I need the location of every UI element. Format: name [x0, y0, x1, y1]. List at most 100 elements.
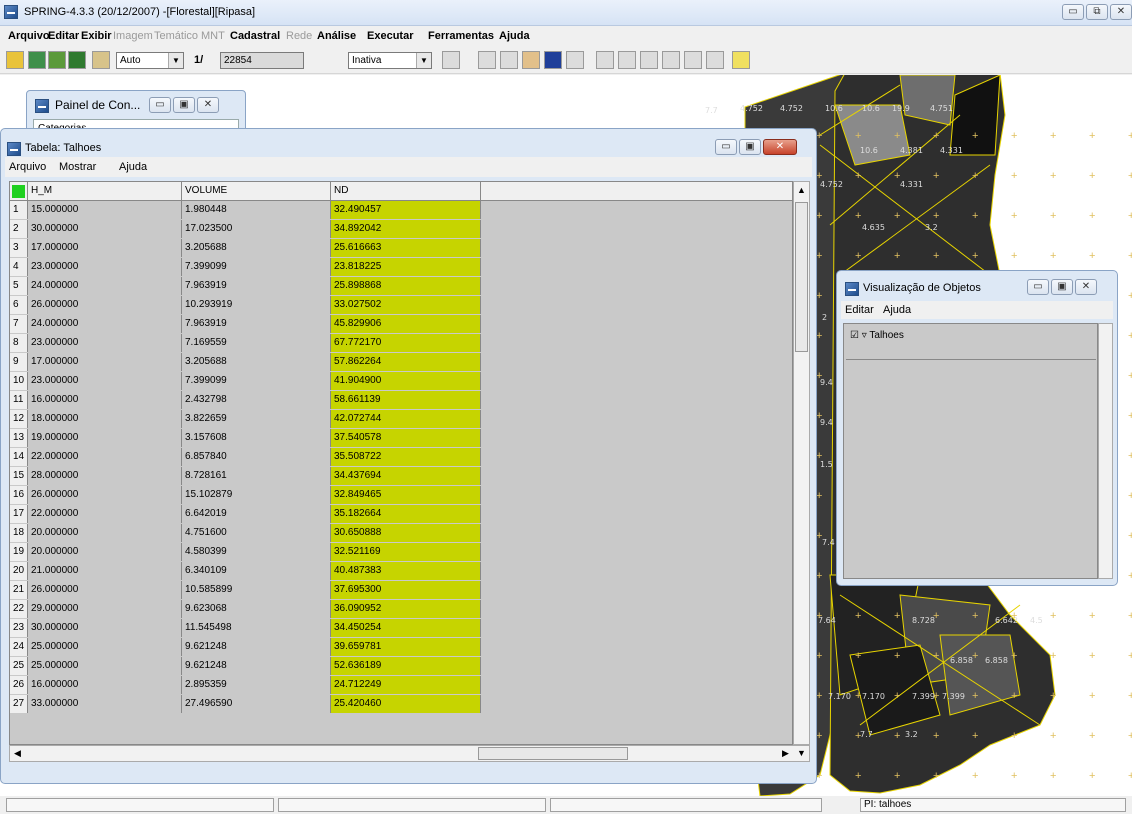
table-row[interactable]: 20 21.000000 6.340109 40.487383	[10, 562, 792, 580]
menu-arquivo[interactable]: Arquivo	[8, 30, 50, 42]
table-vertical-scrollbar[interactable]: ▲	[793, 181, 810, 745]
cell-nd[interactable]: 34.450254	[331, 619, 481, 637]
close-button[interactable]: ✕	[1110, 4, 1132, 20]
table-row[interactable]: 27 33.000000 27.496590 25.420460	[10, 695, 792, 713]
row-number[interactable]: 6	[10, 296, 28, 314]
menu-ajuda[interactable]: Ajuda	[499, 30, 530, 42]
cell-h-m[interactable]: 24.000000	[28, 315, 182, 333]
cell-h-m[interactable]: 23.000000	[28, 334, 182, 352]
cell-nd[interactable]: 45.829906	[331, 315, 481, 333]
table-row[interactable]: 26 16.000000 2.895359 24.712249	[10, 676, 792, 694]
scroll-left-icon[interactable]: ◀	[10, 746, 25, 761]
cell-nd[interactable]: 67.772170	[331, 334, 481, 352]
cell-nd[interactable]: 58.661139	[331, 391, 481, 409]
table-row[interactable]: 8 23.000000 7.169559 67.772170	[10, 334, 792, 352]
help-icon[interactable]	[732, 51, 750, 69]
table-row[interactable]: 11 16.000000 2.432798 58.661139	[10, 391, 792, 409]
cell-nd[interactable]: 40.487383	[331, 562, 481, 580]
cell-nd[interactable]: 35.508722	[331, 448, 481, 466]
cell-nd[interactable]: 36.090952	[331, 600, 481, 618]
scroll-right-icon[interactable]: ▶	[778, 746, 793, 761]
table-row[interactable]: 9 17.000000 3.205688 57.862264	[10, 353, 792, 371]
table-row[interactable]: 3 17.000000 3.205688 25.616663	[10, 239, 792, 257]
cell-volume[interactable]: 7.399099	[182, 372, 331, 390]
cell-volume[interactable]: 1.980448	[182, 201, 331, 219]
cell-empty[interactable]	[481, 315, 792, 333]
project-icon[interactable]	[28, 51, 46, 69]
table-row[interactable]: 21 26.000000 10.585899 37.695300	[10, 581, 792, 599]
expand-icon[interactable]: ▿	[862, 330, 867, 341]
cell-h-m[interactable]: 22.000000	[28, 505, 182, 523]
cell-nd[interactable]: 35.182664	[331, 505, 481, 523]
cell-empty[interactable]	[481, 505, 792, 523]
menu-imagem[interactable]: Imagem	[113, 30, 153, 42]
cell-empty[interactable]	[481, 353, 792, 371]
column-header-volume[interactable]: VOLUME	[182, 182, 331, 201]
cell-empty[interactable]	[481, 676, 792, 694]
cell-volume[interactable]: 27.496590	[182, 695, 331, 713]
cell-volume[interactable]: 3.822659	[182, 410, 331, 428]
cell-empty[interactable]	[481, 657, 792, 675]
table-row[interactable]: 1 15.000000 1.980448 32.490457	[10, 201, 792, 219]
cell-h-m[interactable]: 29.000000	[28, 600, 182, 618]
back-icon[interactable]	[684, 51, 702, 69]
cell-empty[interactable]	[481, 448, 792, 466]
table-horizontal-scrollbar[interactable]: ◀ ▶ ▼	[9, 745, 810, 762]
cell-h-m[interactable]: 16.000000	[28, 676, 182, 694]
checkbox-checked-icon[interactable]: ☑	[850, 330, 859, 341]
cell-volume[interactable]: 7.399099	[182, 258, 331, 276]
table-menu-ajuda[interactable]: Ajuda	[119, 161, 147, 173]
cell-empty[interactable]	[481, 524, 792, 542]
minimize-button[interactable]: ▭	[1027, 279, 1049, 295]
row-number[interactable]: 10	[10, 372, 28, 390]
scroll-down-icon[interactable]: ▼	[794, 746, 809, 761]
cell-empty[interactable]	[481, 695, 792, 713]
cell-h-m[interactable]: 17.000000	[28, 239, 182, 257]
row-number[interactable]: 18	[10, 524, 28, 542]
cell-h-m[interactable]: 24.000000	[28, 277, 182, 295]
plus-icon[interactable]	[500, 51, 518, 69]
menu-mnt[interactable]: MNT	[201, 30, 225, 42]
table-row[interactable]: 13 19.000000 3.157608 37.540578	[10, 429, 792, 447]
cell-empty[interactable]	[481, 543, 792, 561]
close-button[interactable]: ✕	[197, 97, 219, 113]
cell-volume[interactable]: 7.169559	[182, 334, 331, 352]
cell-nd[interactable]: 32.521169	[331, 543, 481, 561]
table-row[interactable]: 10 23.000000 7.399099 41.904900	[10, 372, 792, 390]
cell-nd[interactable]: 42.072744	[331, 410, 481, 428]
cell-volume[interactable]: 2.895359	[182, 676, 331, 694]
table-row[interactable]: 22 29.000000 9.623068 36.090952	[10, 600, 792, 618]
cell-nd[interactable]: 39.659781	[331, 638, 481, 656]
table-row[interactable]: 23 30.000000 11.545498 34.450254	[10, 619, 792, 637]
table-row[interactable]: 6 26.000000 10.293919 33.027502	[10, 296, 792, 314]
scale-input[interactable]: 22854	[220, 52, 304, 69]
cell-volume[interactable]: 10.293919	[182, 296, 331, 314]
cell-nd[interactable]: 34.892042	[331, 220, 481, 238]
row-number[interactable]: 21	[10, 581, 28, 599]
row-number[interactable]: 17	[10, 505, 28, 523]
cell-volume[interactable]: 4.580399	[182, 543, 331, 561]
menu-editar[interactable]: Editar	[48, 30, 79, 42]
row-number[interactable]: 11	[10, 391, 28, 409]
cell-volume[interactable]: 2.432798	[182, 391, 331, 409]
table-row[interactable]: 14 22.000000 6.857840 35.508722	[10, 448, 792, 466]
cell-volume[interactable]: 9.621248	[182, 638, 331, 656]
row-number[interactable]: 12	[10, 410, 28, 428]
close-button[interactable]: ✕	[1075, 279, 1097, 295]
cell-volume[interactable]: 11.545498	[182, 619, 331, 637]
cell-nd[interactable]: 41.904900	[331, 372, 481, 390]
menu-executar[interactable]: Executar	[367, 30, 413, 42]
maximize-button[interactable]: ▣	[1051, 279, 1073, 295]
cell-empty[interactable]	[481, 372, 792, 390]
mode-select[interactable]: Auto ▼	[116, 52, 184, 69]
cell-h-m[interactable]: 22.000000	[28, 448, 182, 466]
draw-icon[interactable]	[92, 51, 110, 69]
viz-menu-ajuda[interactable]: Ajuda	[883, 304, 911, 316]
table-row[interactable]: 25 25.000000 9.621248 52.636189	[10, 657, 792, 675]
table-row[interactable]: 7 24.000000 7.963919 45.829906	[10, 315, 792, 333]
cell-empty[interactable]	[481, 410, 792, 428]
grid-icon[interactable]	[442, 51, 460, 69]
cell-h-m[interactable]: 20.000000	[28, 524, 182, 542]
cell-h-m[interactable]: 23.000000	[28, 258, 182, 276]
table-row[interactable]: 17 22.000000 6.642019 35.182664	[10, 505, 792, 523]
